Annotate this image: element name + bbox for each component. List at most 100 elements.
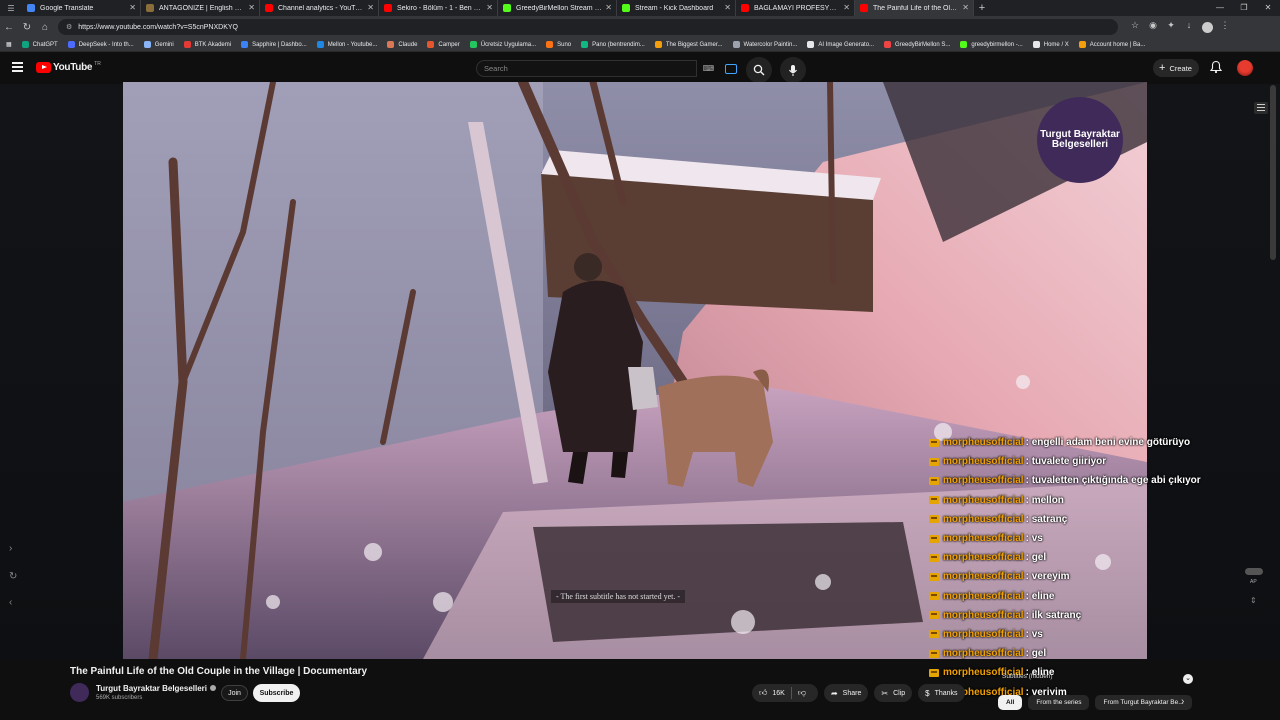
site-info-icon[interactable]: ⚙ [66,23,72,31]
thumbs-down-icon[interactable]: 👎︎ [798,688,806,698]
chevron-right-icon[interactable]: › [9,543,12,554]
browser-tab[interactable]: ANTAGONIZE | English meaning✕ [141,0,260,16]
bookmark-item[interactable]: Claude [387,41,417,48]
chat-message: morpheusofficial: satranç [929,510,1229,529]
close-icon[interactable]: ✕ [605,3,612,12]
bookmark-item[interactable]: Sapphire | Dashbo... [241,41,307,48]
browser-menu-icon[interactable]: ☰ [0,0,22,16]
browser-tab[interactable]: BAĞLAMAYI PROFESYONEL ÇALMAK✕ [736,0,855,16]
expand-icon[interactable]: ⇕ [1250,596,1257,605]
bookmark-item[interactable]: Ücretsiz Uygulama... [469,41,536,48]
back-icon[interactable]: ← [0,22,18,33]
bookmark-favicon-icon [546,41,554,48]
bookmark-item[interactable]: AI Image Generato... [807,41,874,48]
bookmark-item[interactable]: DeepSeek - Into th... [67,41,134,48]
channel-watermark-text: Turgut Bayraktar Belgeselleri [1040,129,1120,150]
bookmark-item[interactable]: Account home | Ba... [1078,41,1145,48]
dollar-icon: $ [925,688,930,698]
youtube-logo-text: YouTube [53,62,93,73]
create-button[interactable]: + Create [1153,59,1199,77]
close-icon[interactable]: ✕ [962,3,969,12]
account-avatar[interactable] [1237,60,1253,76]
close-icon[interactable]: ✕ [129,3,136,12]
close-icon[interactable]: ✕ [248,3,255,12]
autoplay-toggle[interactable] [1245,568,1263,575]
guide-menu-icon[interactable] [12,62,23,72]
screen-keyboard-icon[interactable] [725,63,738,74]
filter-chip[interactable]: From the series [1028,695,1090,710]
chevron-left-icon[interactable]: ‹ [9,597,12,608]
thumbs-up-icon[interactable]: 👍︎ [759,688,767,698]
tab-favicon-icon [622,4,630,12]
browser-tab[interactable]: GreedyBirMellon Stream - Watch Live✕ [498,0,617,16]
reload-icon[interactable]: ↻ [18,22,36,33]
bookmark-item[interactable]: Home / X [1032,41,1069,48]
bookmark-item[interactable]: ChatGPT [21,41,58,48]
subscribe-button[interactable]: Subscribe [253,684,300,702]
share-button[interactable]: ➦ Share [823,684,869,702]
tab-title: The Painful Life of the Old Couple [873,4,959,12]
bookmark-item[interactable]: greedybirmellon -... [960,41,1023,48]
bookmark-item[interactable]: BTK Akademi [183,41,231,48]
close-icon[interactable]: ✕ [724,3,731,12]
bookmark-item[interactable]: Suno [546,41,571,48]
extension-icon[interactable]: ◉ [1144,20,1162,35]
browser-tab[interactable]: Google Translate ✕ [22,0,141,16]
panel-menu-icon[interactable] [1254,102,1268,114]
subtitles-hidden-label[interactable]: Subtitles (hidden) [1002,673,1053,680]
url-input[interactable]: ⚙ https://www.youtube.com/watch?v=S5cnPN… [58,19,1118,35]
browser-tab[interactable]: Stream - Kick Dashboard ✕ [617,0,736,16]
download-icon[interactable]: ↓ [1180,20,1198,35]
bookmark-item[interactable]: GreedyBirMellon S... [884,41,950,48]
browser-tab[interactable]: Channel analytics - YouTube Studio✕ [260,0,379,16]
browser-tab[interactable]: Sekiro - Bölüm - 1 - Ben Bu Oyunu✕ [379,0,498,16]
bookmark-item[interactable]: The Biggest Gamer... [654,41,723,48]
restore-icon[interactable]: ❐ [1232,0,1256,16]
channel-name-row[interactable]: Turgut Bayraktar Belgeselleri [96,684,217,693]
chevron-right-icon[interactable]: › [1181,696,1184,707]
channel-name[interactable]: Turgut Bayraktar Belgeselleri [96,684,207,693]
chat-username: morpheusofficial [943,513,1024,525]
bookmark-star-icon[interactable]: ☆ [1126,20,1144,35]
channel-avatar[interactable] [70,683,89,702]
clip-button[interactable]: ✂ Clip [874,684,913,702]
browser-more-icon[interactable]: ⋮ [1216,20,1234,35]
home-icon[interactable]: ⌂ [36,22,54,33]
join-button[interactable]: Join [221,685,248,701]
crown-badge-icon [929,611,939,620]
bell-icon[interactable] [1209,60,1223,74]
close-window-icon[interactable]: ✕ [1256,0,1280,16]
close-icon[interactable]: ✕ [486,3,493,12]
thanks-button[interactable]: $ Thanks [918,684,965,702]
bookmark-item[interactable]: Mellon - Youtube... [316,41,377,48]
bookmark-label: AI Image Generato... [818,41,875,48]
filter-chip[interactable]: From Turgut Bayraktar Be... [1095,695,1192,710]
like-count[interactable]: 16K [772,690,784,697]
refresh-icon[interactable]: ↻ [9,571,17,582]
new-tab-button[interactable]: + [974,2,990,14]
bookmark-favicon-icon [469,41,477,48]
profile-icon[interactable] [1198,20,1216,35]
voice-search-button[interactable] [780,57,806,83]
search-button[interactable] [746,57,772,83]
youtube-logo[interactable]: YouTube TR [36,61,101,73]
bookmark-item[interactable]: Watercolor Paintin... [732,41,797,48]
bookmark-favicon-icon [67,41,75,48]
chat-username: morpheusofficial [943,628,1024,640]
bookmark-item[interactable]: Gemini [143,41,174,48]
keyboard-icon[interactable]: ⌨ [703,64,715,73]
close-icon[interactable]: ✕ [843,3,850,12]
browser-tab[interactable]: The Painful Life of the Old Couple✕ [855,0,974,16]
chevron-down-icon[interactable]: ⌄ [1183,674,1193,684]
page-scrollbar[interactable] [1270,85,1276,260]
bookmark-item[interactable]: Pano (bentrendim... [581,41,645,48]
search-input[interactable]: Search [476,60,697,77]
bookmark-item[interactable]: Camper [427,41,460,48]
filter-chip[interactable]: All [998,695,1023,710]
bookmarks-apps-icon[interactable]: ▦ [6,41,12,48]
minimize-icon[interactable]: — [1208,0,1232,16]
crown-badge-icon [929,553,939,562]
crown-badge-icon [929,476,939,485]
close-icon[interactable]: ✕ [367,3,374,12]
extensions-puzzle-icon[interactable]: ✦ [1162,20,1180,35]
